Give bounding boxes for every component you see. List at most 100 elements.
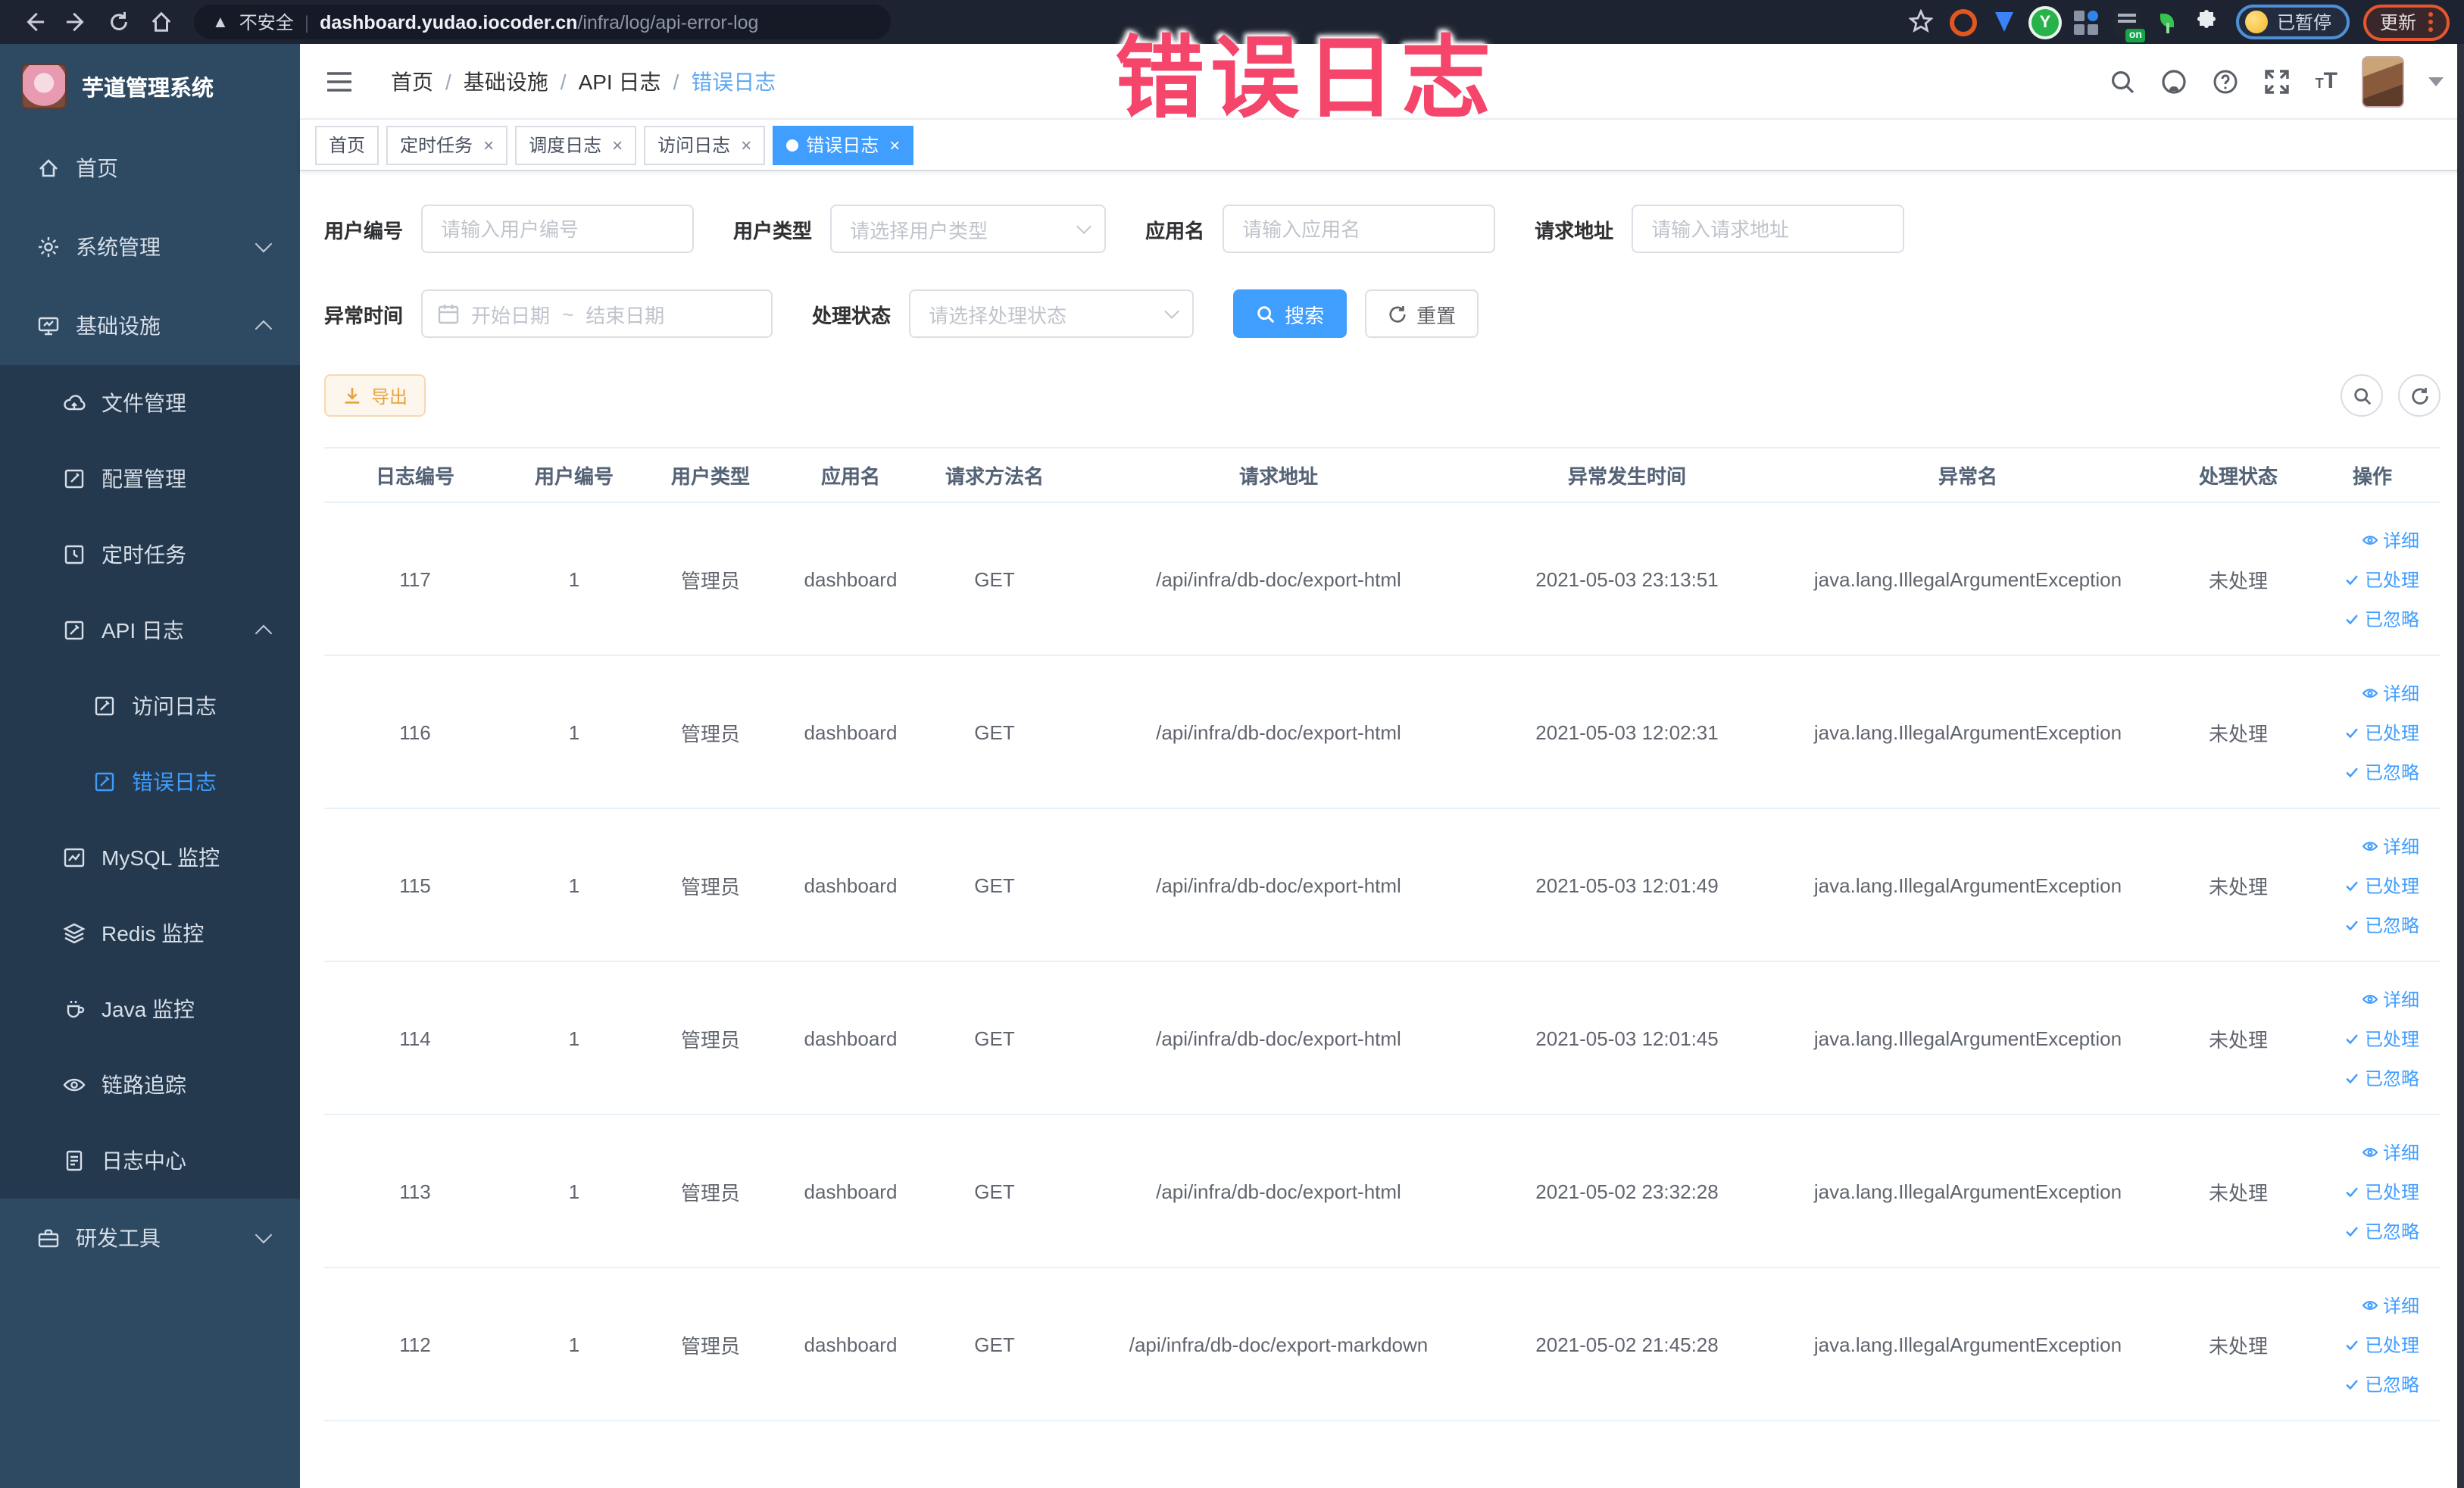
chevron-down-icon <box>255 1226 273 1244</box>
search-button[interactable]: 搜索 <box>1233 289 1348 338</box>
tab-0[interactable]: 首页 <box>315 125 379 164</box>
date-range-picker[interactable]: 开始日期 ~ 结束日期 <box>421 289 773 338</box>
request-url-input[interactable] <box>1632 205 1905 253</box>
forward-icon[interactable] <box>58 4 94 40</box>
action-0-link[interactable]: 详细 <box>2362 680 2419 705</box>
toggle-search-button[interactable] <box>2341 374 2383 417</box>
close-icon[interactable]: × <box>741 134 751 155</box>
close-icon[interactable]: × <box>612 134 623 155</box>
action-label: 已处理 <box>2364 1028 2419 1049</box>
action-0-link[interactable]: 详细 <box>2362 833 2419 858</box>
hamburger-icon[interactable] <box>321 63 358 99</box>
cell-app: dashboard <box>804 721 898 743</box>
fullscreen-icon[interactable] <box>2264 67 2291 95</box>
bookmark-star-icon[interactable] <box>1908 8 1936 36</box>
sidebar-item-3[interactable]: 文件管理 <box>0 365 300 441</box>
action-2-link[interactable]: 已忽略 <box>2344 1371 2419 1396</box>
sidebar-item-9[interactable]: MySQL 监控 <box>0 820 300 896</box>
action-0-link[interactable]: 详细 <box>2362 527 2419 552</box>
sidebar-item-label: 定时任务 <box>101 542 186 567</box>
tool-icon <box>36 1226 61 1250</box>
search-icon[interactable] <box>2110 67 2137 95</box>
home-icon <box>36 156 61 180</box>
extension-orange-icon[interactable] <box>1949 8 1977 36</box>
back-icon[interactable] <box>15 4 52 40</box>
cell-url: /api/infra/db-doc/export-html <box>1156 1027 1401 1049</box>
cell-url: /api/infra/db-doc/export-html <box>1156 1180 1401 1202</box>
monitor-icon <box>36 314 61 338</box>
action-1-link[interactable]: 已处理 <box>2344 1025 2419 1051</box>
extension-blue-icon[interactable] <box>1991 8 2018 36</box>
font-size-icon[interactable]: TT <box>2316 70 2338 92</box>
check-small-icon <box>2344 1069 2360 1086</box>
url-separator: | <box>304 11 310 33</box>
security-label: 不安全 <box>239 12 294 33</box>
sidebar-item-10[interactable]: Redis 监控 <box>0 896 300 971</box>
action-0-link[interactable]: 详细 <box>2362 986 2419 1011</box>
user-id-input[interactable] <box>421 205 695 253</box>
page-scrollbar[interactable] <box>2457 44 2464 1488</box>
cell-url: /api/infra/db-doc/export-html <box>1156 567 1401 590</box>
user-type-select[interactable]: 请选择用户类型 <box>830 205 1107 253</box>
kebab-menu-icon[interactable] <box>2428 12 2433 32</box>
sidebar-item-11[interactable]: Java 监控 <box>0 971 300 1047</box>
action-1-link[interactable]: 已处理 <box>2344 1178 2419 1204</box>
sidebar-item-13[interactable]: 日志中心 <box>0 1123 300 1199</box>
extensions-puzzle-icon[interactable] <box>2195 8 2222 36</box>
breadcrumb-item-2[interactable]: API 日志 <box>579 66 661 96</box>
extension-sprout-icon[interactable] <box>2153 8 2181 36</box>
refresh-table-button[interactable] <box>2398 374 2441 417</box>
action-2-link[interactable]: 已忽略 <box>2344 911 2419 937</box>
sidebar-item-0[interactable]: 首页 <box>0 129 300 208</box>
insecure-warning-icon[interactable]: ▲ <box>212 13 229 31</box>
action-1-link[interactable]: 已处理 <box>2344 872 2419 898</box>
sidebar-item-2[interactable]: 基础设施 <box>0 286 300 365</box>
tab-2[interactable]: 调度日志 × <box>515 125 637 164</box>
cell-time: 2021-05-03 12:01:45 <box>1535 1027 1719 1049</box>
action-1-link[interactable]: 已处理 <box>2344 566 2419 592</box>
app-logo-row[interactable]: 芋道管理系统 <box>0 44 300 129</box>
export-button[interactable]: 导出 <box>324 374 426 417</box>
user-avatar[interactable] <box>2362 55 2404 107</box>
app-name-input[interactable] <box>1223 205 1496 253</box>
close-icon[interactable]: × <box>889 134 900 155</box>
sidebar-item-8[interactable]: 错误日志 <box>0 744 300 820</box>
sidebar-item-6[interactable]: API 日志 <box>0 592 300 668</box>
breadcrumb-item-0[interactable]: 首页 <box>391 66 433 96</box>
browser-update-button[interactable]: 更新 <box>2363 4 2450 40</box>
profile-paused-chip[interactable]: 已暂停 <box>2235 5 2350 39</box>
sidebar-item-4[interactable]: 配置管理 <box>0 441 300 517</box>
action-2-link[interactable]: 已忽略 <box>2344 605 2419 631</box>
action-0-link[interactable]: 详细 <box>2362 1292 2419 1318</box>
address-bar[interactable]: ▲ 不安全 | dashboard.yudao.iocoder.cn/infra… <box>194 5 891 39</box>
sidebar-item-7[interactable]: 访问日志 <box>0 668 300 744</box>
sidebar-item-12[interactable]: 链路追踪 <box>0 1047 300 1123</box>
help-icon[interactable] <box>2213 67 2240 95</box>
sidebar-item-5[interactable]: 定时任务 <box>0 517 300 592</box>
reload-icon[interactable] <box>100 4 136 40</box>
github-icon[interactable] <box>2161 67 2188 95</box>
extension-onoff-icon[interactable]: on <box>2113 8 2145 42</box>
close-icon[interactable]: × <box>483 134 494 155</box>
sidebar-item-1[interactable]: 系统管理 <box>0 208 300 286</box>
action-1-link[interactable]: 已处理 <box>2344 1331 2419 1357</box>
extension-green-icon[interactable]: Y <box>2031 8 2059 36</box>
reset-button[interactable]: 重置 <box>1365 289 1479 338</box>
action-label: 已忽略 <box>2364 1221 2419 1242</box>
home-browser-icon[interactable] <box>142 4 179 40</box>
extension-grid-icon[interactable] <box>2072 8 2100 36</box>
action-2-link[interactable]: 已忽略 <box>2344 1064 2419 1090</box>
action-label: 详细 <box>2382 989 2419 1010</box>
action-2-link[interactable]: 已忽略 <box>2344 1218 2419 1243</box>
tab-3[interactable]: 访问日志 × <box>644 125 766 164</box>
tab-1[interactable]: 定时任务 × <box>386 125 508 164</box>
sidebar-item-14[interactable]: 研发工具 <box>0 1199 300 1277</box>
avatar-caret-icon[interactable] <box>2428 77 2444 86</box>
breadcrumb-item-1[interactable]: 基础设施 <box>464 66 548 96</box>
action-0-link[interactable]: 详细 <box>2362 1139 2419 1164</box>
process-status-select[interactable]: 请选择处理状态 <box>909 289 1195 338</box>
chart-icon <box>62 846 86 870</box>
action-2-link[interactable]: 已忽略 <box>2344 758 2419 784</box>
tab-4[interactable]: 错误日志 × <box>773 125 914 164</box>
action-1-link[interactable]: 已处理 <box>2344 719 2419 745</box>
